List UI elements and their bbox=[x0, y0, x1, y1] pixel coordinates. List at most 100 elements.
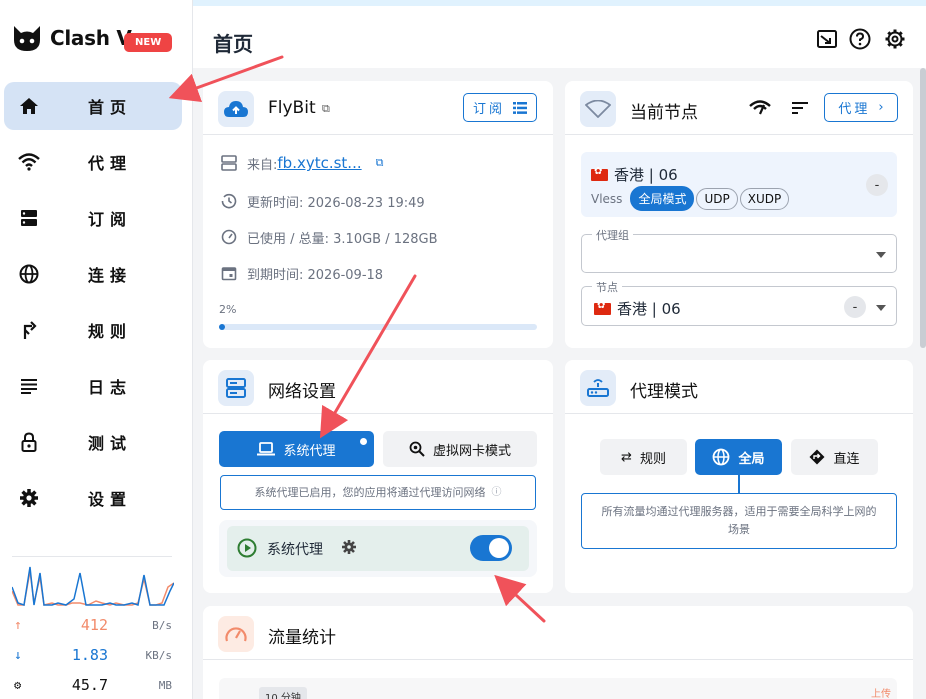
system-proxy-toggle[interactable] bbox=[470, 535, 512, 561]
download-unit: KB/s bbox=[145, 649, 173, 662]
list-icon bbox=[18, 375, 40, 397]
traffic-chart-area: 10 分钟 上传 bbox=[219, 678, 897, 699]
open-link-icon[interactable]: ⧉ bbox=[376, 156, 384, 170]
sidebar-item-rules[interactable]: 规则 bbox=[4, 306, 182, 354]
time-range-tag[interactable]: 10 分钟 bbox=[259, 687, 307, 699]
swap-arrows-icon: ⇄ bbox=[621, 449, 632, 465]
card-header: FlyBit ⧉ 订阅 bbox=[203, 81, 553, 135]
sidebar-item-label: 首页 bbox=[88, 98, 133, 117]
signal-speed-icon[interactable] bbox=[749, 98, 771, 120]
sidebar-item-connections[interactable]: 连接 bbox=[4, 250, 182, 298]
download-value: 1.83 bbox=[71, 646, 108, 664]
sidebar-item-label: 设置 bbox=[88, 490, 133, 509]
sidebar-item-label: 连接 bbox=[88, 266, 133, 285]
switch-label: 系统代理 bbox=[267, 542, 323, 558]
mode-connector bbox=[738, 475, 740, 493]
mode-direct-label: 直连 bbox=[833, 451, 860, 467]
card-header: 代理模式 bbox=[565, 360, 913, 414]
sidebar-item-label: 订阅 bbox=[88, 210, 133, 229]
calendar-icon bbox=[219, 263, 239, 283]
chevron-right-icon: › bbox=[878, 100, 884, 115]
sidebar-item-proxy[interactable]: 代理 bbox=[4, 138, 182, 186]
dns-icon bbox=[219, 153, 239, 173]
speedometer-icon bbox=[219, 227, 239, 247]
mode-direct-button[interactable]: 直连 bbox=[791, 439, 878, 475]
go-proxy-button[interactable]: 代理 › bbox=[824, 93, 898, 122]
tab-tun-label: 虚拟网卡模式 bbox=[432, 443, 511, 459]
external-link-icon[interactable]: ⧉ bbox=[322, 102, 330, 116]
current-node-card: 当前节点 代理 › 香港 | 06 Vless 全局模式 UDP XUDP - … bbox=[565, 81, 913, 348]
selected-node-name: 香港 | 06 bbox=[614, 166, 678, 184]
usage-text: 已使用 / 总量: 3.10GB / 128GB bbox=[247, 231, 438, 247]
sidebar-divider bbox=[12, 556, 172, 557]
sidebar-item-label: 规则 bbox=[88, 322, 133, 341]
settings-gear-icon[interactable] bbox=[884, 28, 906, 50]
cast-icon[interactable] bbox=[816, 28, 838, 50]
arrow-up-icon: ↑ bbox=[14, 618, 22, 633]
upload-value: 412 bbox=[80, 616, 108, 634]
info-help-icon[interactable]: ⓘ bbox=[492, 484, 502, 502]
search-network-icon bbox=[409, 441, 425, 457]
proxy-group-label: 代理组 bbox=[592, 227, 633, 243]
memory-unit: MB bbox=[158, 679, 172, 692]
tab-system-proxy[interactable]: 系统代理 bbox=[219, 431, 374, 467]
sidebar-item-settings[interactable]: 设置 bbox=[4, 474, 182, 522]
subscribe-label: 订阅 bbox=[472, 102, 505, 117]
subscribe-button[interactable]: 订阅 bbox=[463, 93, 537, 122]
help-icon[interactable] bbox=[849, 28, 871, 50]
sort-icon[interactable] bbox=[792, 100, 808, 119]
direction-icon bbox=[809, 449, 825, 465]
node-select-value: 香港 | 06 bbox=[594, 298, 681, 319]
card-title: 流量统计 bbox=[268, 628, 336, 648]
mode-global-button[interactable]: 全局 bbox=[695, 439, 782, 475]
sidebar-item-test[interactable]: 测试 bbox=[4, 418, 182, 466]
node-select[interactable]: 节点 香港 | 06 - bbox=[581, 279, 897, 326]
sidebar-item-label: 日志 bbox=[88, 378, 133, 397]
speed-gauge-icon bbox=[218, 616, 254, 652]
selected-node-box[interactable]: 香港 | 06 Vless 全局模式 UDP XUDP - bbox=[581, 152, 897, 217]
play-circle-icon bbox=[237, 538, 257, 562]
fork-icon bbox=[18, 319, 40, 341]
main-scrollbar[interactable] bbox=[920, 68, 926, 348]
tab-tun-mode[interactable]: 虚拟网卡模式 bbox=[383, 431, 537, 467]
history-icon bbox=[219, 191, 239, 211]
app-logo: Clash V bbox=[12, 24, 132, 52]
wifi-icon bbox=[18, 151, 40, 173]
source-label: 来自: bbox=[247, 157, 278, 173]
home-icon bbox=[18, 95, 40, 117]
source-link[interactable]: fb.xytc.st... bbox=[277, 154, 361, 172]
proxy-mode-card: 代理模式 ⇄ 规则 全局 直连 所有流量均通过代理服务器，适用于需要全局科学上网… bbox=[565, 360, 913, 593]
lock-icon bbox=[18, 431, 40, 453]
sidebar-item-home[interactable]: 首页 bbox=[4, 82, 182, 130]
memory-chip-icon: ⚙ bbox=[14, 678, 22, 692]
traffic-sparkline bbox=[12, 566, 174, 606]
delay-test-button[interactable]: - bbox=[866, 174, 888, 196]
legend-upload: 上传 bbox=[871, 689, 891, 699]
cloud-upload-icon bbox=[218, 91, 254, 127]
upload-speed: ↑ 412 B/s bbox=[12, 616, 174, 638]
list-view-icon bbox=[513, 101, 527, 114]
sidebar: Clash V NEW 首页 代理 订阅 连接 规则 日志 测试 设置 ↑ 41… bbox=[0, 0, 193, 699]
mode-global-label: 全局 bbox=[738, 451, 765, 467]
wifi-outline-icon bbox=[580, 91, 616, 127]
mode-rule-button[interactable]: ⇄ 规则 bbox=[600, 439, 687, 475]
mode-desc-line2: 场景 bbox=[728, 523, 750, 536]
sidebar-item-subscription[interactable]: 订阅 bbox=[4, 194, 182, 242]
proxy-settings-icon[interactable] bbox=[341, 539, 357, 559]
memory-value: 45.7 bbox=[71, 676, 108, 694]
card-header: 网络设置 bbox=[203, 360, 553, 414]
card-header: 当前节点 代理 › bbox=[565, 81, 913, 135]
source-row: 来自: fb.xytc.st... ⧉ bbox=[219, 153, 383, 173]
storage-icon bbox=[18, 207, 40, 229]
system-proxy-row: 系统代理 bbox=[219, 520, 537, 577]
hong-kong-flag-icon bbox=[594, 300, 611, 315]
sidebar-item-logs[interactable]: 日志 bbox=[4, 362, 182, 410]
gear-icon bbox=[18, 487, 40, 509]
page-title: 首页 bbox=[213, 32, 253, 56]
dns-icon bbox=[218, 370, 254, 406]
node-delay-button[interactable]: - bbox=[844, 296, 866, 318]
proxy-group-select[interactable]: 代理组 bbox=[581, 227, 897, 273]
tab-system-label: 系统代理 bbox=[283, 443, 336, 459]
app-title: Clash V bbox=[50, 26, 132, 50]
cat-logo-icon bbox=[14, 26, 40, 51]
